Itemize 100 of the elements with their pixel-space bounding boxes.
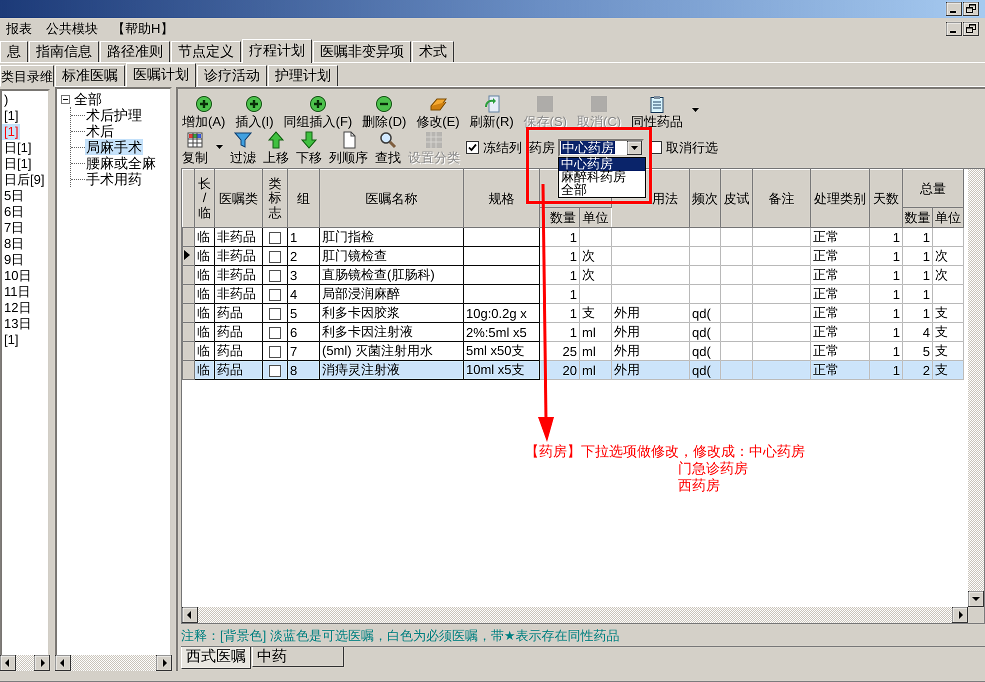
table-cell: 临	[194, 304, 214, 322]
table-cell: 正常	[810, 228, 870, 246]
checked-checkbox[interactable]	[466, 141, 479, 154]
table-cell: 非药品	[214, 266, 262, 284]
table-cell: 1	[870, 266, 902, 284]
scroll-left-button[interactable]	[55, 655, 71, 671]
table-cell: 支	[932, 304, 964, 322]
toolbar-button[interactable]: 列顺序	[328, 130, 369, 164]
list-item[interactable]: 7日	[2, 220, 26, 236]
list-item[interactable]: 13日	[2, 316, 34, 332]
tree-item[interactable]: 全部	[73, 91, 103, 107]
toolbar-button[interactable]: 增加(A)	[181, 95, 226, 129]
table-cell: 正常	[810, 284, 870, 304]
toolbar-button[interactable]: 下移	[295, 130, 323, 164]
table-cell: 1	[288, 228, 320, 246]
tab[interactable]: 中药	[252, 647, 344, 667]
checkbox[interactable]	[269, 251, 281, 264]
tab[interactable]: 节点定义	[171, 41, 241, 62]
list-item[interactable]: [1]	[2, 108, 20, 124]
toolbar-button[interactable]: 过滤	[229, 130, 257, 164]
tab[interactable]: 医嘱计划	[126, 63, 196, 87]
table-cell: 临	[194, 284, 214, 304]
table-cell: 1	[870, 304, 902, 322]
toolbar-button[interactable]: 同组插入(F)	[282, 95, 354, 129]
horizontal-scrollbar[interactable]	[0, 655, 50, 671]
toolbar-button[interactable]: 刷新(R)	[468, 95, 515, 129]
list-item[interactable]: 8日	[2, 236, 26, 252]
tab[interactable]: 术式	[412, 41, 454, 62]
minimize-button[interactable]	[946, 2, 962, 16]
table-cell: 2	[902, 360, 932, 380]
tree-item[interactable]: 术后	[85, 123, 115, 139]
toolbar-button[interactable]: 删除(D)	[361, 95, 408, 129]
menu-item[interactable]: 公共模块	[44, 20, 104, 38]
checkbox[interactable]	[269, 365, 281, 378]
dropdown-arrow-icon[interactable]	[627, 140, 642, 154]
tree-item[interactable]: 手术用药	[85, 171, 143, 187]
column-header: 长/临	[194, 170, 214, 228]
column-header: 皮试	[720, 170, 752, 228]
table-cell: 外用	[612, 304, 690, 322]
list-item[interactable]: 日后[9]	[2, 172, 46, 188]
list-item[interactable]: )	[2, 92, 10, 108]
checkbox[interactable]	[269, 232, 281, 244]
table-cell: 非药品	[214, 228, 262, 246]
horizontal-scrollbar[interactable]	[55, 655, 172, 671]
tab[interactable]: 诊疗活动	[197, 65, 267, 86]
toolbar-button[interactable]: 修改(E)	[415, 95, 461, 129]
scroll-left-button[interactable]	[182, 607, 198, 623]
tab[interactable]: 医嘱非变异项	[313, 41, 411, 62]
checkbox[interactable]	[269, 327, 281, 340]
tab[interactable]: 标准医嘱	[55, 65, 125, 86]
table-cell: 1	[870, 246, 902, 266]
checkbox[interactable]	[269, 308, 281, 320]
tab[interactable]: 类目录维	[0, 65, 54, 87]
scroll-right-button[interactable]	[156, 655, 172, 671]
table-cell: 利多卡因注射液	[320, 322, 464, 342]
toolbar-button[interactable]: 查找	[374, 130, 402, 164]
tab[interactable]: 息	[0, 41, 28, 62]
restore-button[interactable]	[963, 2, 979, 16]
minimize-button[interactable]	[946, 22, 962, 36]
list-item[interactable]: 日[1]	[2, 156, 34, 172]
tab[interactable]: 路径准则	[100, 41, 170, 62]
list-item[interactable]: 6日	[2, 204, 26, 220]
annotation-text: 【药房】下拉选项做修改，修改成：中心药房	[525, 443, 805, 460]
tab[interactable]: 疗程计划	[242, 39, 312, 63]
list-item[interactable]: 10日	[2, 268, 34, 284]
list-item[interactable]: 9日	[2, 252, 26, 268]
checkbox[interactable]	[269, 346, 281, 358]
scroll-left-button[interactable]	[0, 655, 16, 671]
caret-icon[interactable]	[692, 108, 700, 113]
tab[interactable]: 西式医嘱	[181, 647, 251, 669]
menu-item[interactable]: 【帮助H】	[110, 20, 180, 38]
table-cell: 1	[870, 284, 902, 304]
caret-icon[interactable]	[216, 145, 224, 150]
tab[interactable]: 指南信息	[29, 41, 99, 62]
list-item[interactable]: 日[1]	[2, 140, 34, 156]
scroll-right-button[interactable]	[952, 607, 968, 623]
toolbar-button[interactable]: 复制	[181, 130, 209, 164]
table-cell: 临	[194, 228, 214, 246]
list-item[interactable]: [1]	[2, 332, 20, 348]
toolbar-button[interactable]: 同性药品	[630, 95, 684, 129]
tab[interactable]: 护理计划	[268, 65, 338, 86]
toolbar-button[interactable]: 插入(I)	[234, 95, 275, 129]
restore-button[interactable]	[963, 22, 979, 36]
list-item[interactable]: 11日	[2, 284, 32, 300]
collapse-icon[interactable]	[61, 94, 70, 104]
vertical-scrollbar[interactable]	[968, 169, 984, 607]
checkbox[interactable]	[269, 289, 281, 302]
square-icon	[590, 95, 608, 113]
dropdown-option[interactable]: 中心药房	[559, 158, 645, 170]
toolbar-button[interactable]: 上移	[262, 130, 290, 164]
menu-item[interactable]: 报表	[4, 20, 38, 38]
list-item[interactable]: 12日	[2, 300, 34, 316]
checkbox[interactable]	[269, 270, 281, 282]
tree-item[interactable]: 术后护理	[85, 107, 143, 123]
list-item[interactable]: 5日	[2, 188, 26, 204]
scroll-down-button[interactable]	[968, 591, 984, 607]
tree-item[interactable]: 腰麻或全麻	[85, 155, 157, 171]
horizontal-scrollbar[interactable]	[182, 607, 968, 623]
tree-item[interactable]: 局麻手术	[85, 139, 143, 155]
scroll-right-button[interactable]	[34, 655, 50, 671]
